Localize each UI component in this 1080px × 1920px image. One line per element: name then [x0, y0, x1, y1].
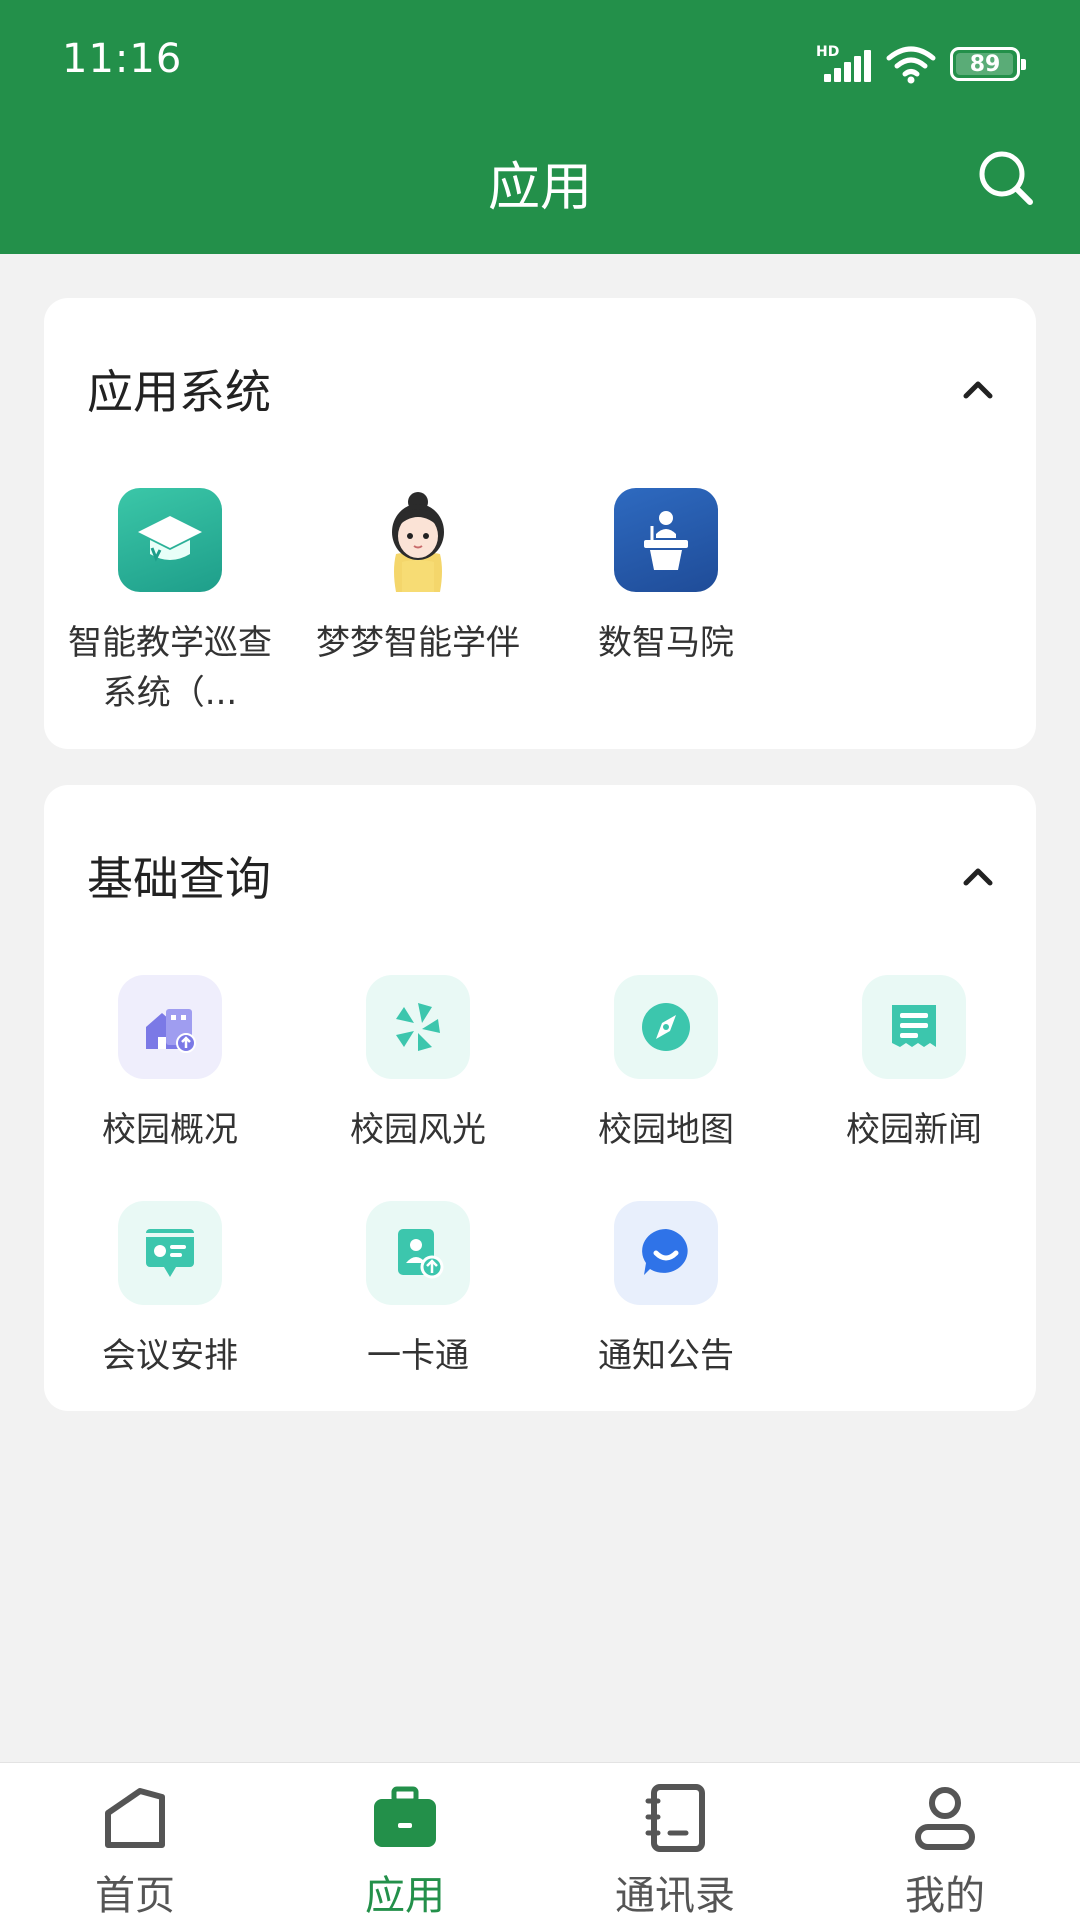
nav-label: 我的	[905, 1873, 985, 1919]
chat-bubble-icon	[614, 1201, 718, 1305]
user-icon	[915, 1787, 975, 1850]
app-label: 通知公告	[598, 1336, 734, 1376]
app-label: 校园概况	[102, 1110, 238, 1150]
podium-speaker-icon	[614, 488, 718, 592]
bottom-nav: 首页 应用 通讯录 我的	[0, 1762, 1080, 1920]
app-label: 会议安排	[102, 1336, 238, 1376]
section-title: 基础查询	[87, 852, 271, 906]
network-type: HD	[816, 44, 840, 60]
app-campus-overview[interactable]: 校园概况	[60, 975, 280, 1155]
app-label: 智能教学巡查系统（...	[68, 623, 272, 713]
search-icon[interactable]	[976, 148, 1036, 208]
nav-apps[interactable]: 应用	[270, 1763, 540, 1920]
newspaper-icon	[862, 975, 966, 1079]
girl-avatar-icon	[366, 488, 470, 592]
app-header: 11:16 HD 89 应用	[0, 0, 1080, 254]
app-smart-teaching-patrol[interactable]: 智能教学巡查系统（...	[60, 488, 280, 718]
wifi-icon	[886, 46, 936, 84]
status-time: 11:16	[62, 36, 183, 82]
chevron-up-icon[interactable]	[958, 370, 998, 410]
nav-home[interactable]: 首页	[0, 1763, 270, 1920]
page-title: 应用	[487, 158, 592, 218]
section-basic-queries: 基础查询 校园概况 校园风光 校园地图 校园新闻 会议安排 一卡通 通知公告	[44, 785, 1036, 1411]
section-title: 应用系统	[87, 365, 271, 419]
app-label: 校园地图	[598, 1110, 734, 1150]
battery-level: 89	[969, 51, 1001, 77]
app-meeting-schedule[interactable]: 会议安排	[60, 1201, 280, 1381]
app-label: 校园风光	[350, 1110, 486, 1150]
app-campus-news[interactable]: 校园新闻	[804, 975, 1024, 1155]
chevron-up-icon[interactable]	[958, 857, 998, 897]
signal-icon: HD	[816, 44, 872, 84]
app-mengmeng-learning-companion[interactable]: 梦梦智能学伴	[308, 488, 528, 668]
compass-icon	[614, 975, 718, 1079]
presentation-board-icon	[118, 1201, 222, 1305]
app-notices[interactable]: 通知公告	[556, 1201, 776, 1381]
app-label: 梦梦智能学伴	[316, 623, 520, 663]
nav-me[interactable]: 我的	[810, 1763, 1080, 1920]
app-campus-card[interactable]: 一卡通	[308, 1201, 528, 1381]
app-shuzhi-mayuan[interactable]: 数智马院	[556, 488, 776, 668]
nav-label: 通讯录	[615, 1873, 735, 1919]
app-label: 校园新闻	[846, 1110, 982, 1150]
aperture-icon	[366, 975, 470, 1079]
briefcase-icon	[374, 1786, 436, 1847]
nav-label: 应用	[365, 1873, 445, 1919]
campus-building-icon	[118, 975, 222, 1079]
nav-contacts[interactable]: 通讯录	[540, 1763, 810, 1920]
app-label: 一卡通	[367, 1336, 469, 1376]
status-icons: HD 89	[816, 42, 1026, 86]
id-card-icon	[366, 1201, 470, 1305]
graduation-cap-icon	[118, 488, 222, 592]
nav-label: 首页	[95, 1873, 175, 1919]
battery-icon: 89	[950, 47, 1026, 81]
address-book-icon	[645, 1784, 705, 1852]
app-campus-map[interactable]: 校园地图	[556, 975, 776, 1155]
home-icon	[105, 1788, 165, 1848]
section-app-systems: 应用系统 智能教学巡查系统（... 梦梦智能学伴 数智马院	[44, 298, 1036, 749]
app-label: 数智马院	[598, 623, 734, 663]
app-campus-scenery[interactable]: 校园风光	[308, 975, 528, 1155]
